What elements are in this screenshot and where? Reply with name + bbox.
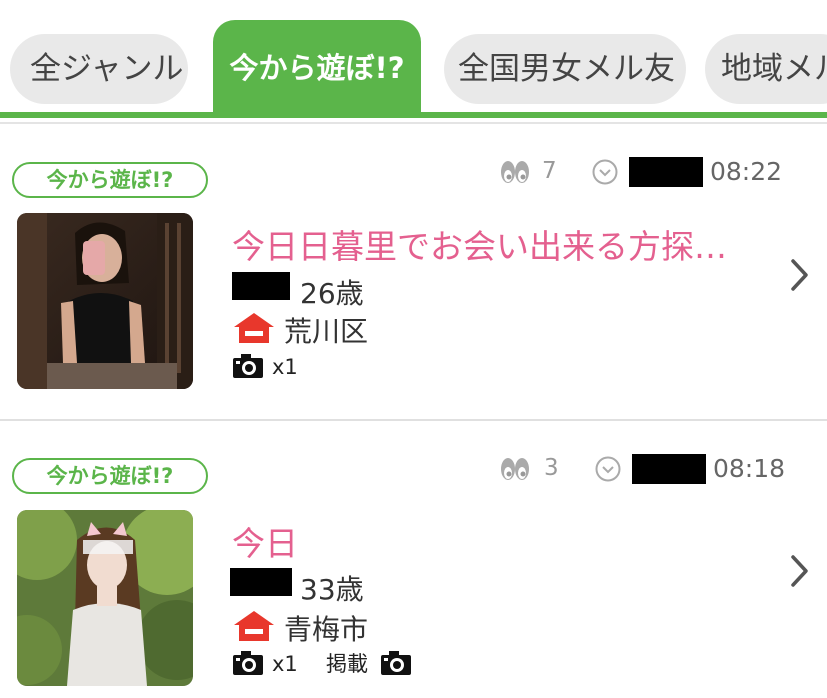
clock-icon — [595, 456, 621, 482]
user-age: 33歳 — [300, 573, 364, 606]
user-photo-thumbnail[interactable] — [17, 213, 193, 389]
redacted-date — [632, 454, 706, 484]
user-photo-thumbnail[interactable] — [17, 510, 193, 686]
redacted-username — [232, 272, 290, 300]
camera-icon — [381, 651, 411, 675]
post-title[interactable]: 今日 — [232, 517, 298, 565]
user-location: 青梅市 — [284, 613, 369, 646]
eyes-icon — [501, 458, 529, 480]
clock-icon — [592, 159, 618, 185]
genre-badge: 今から遊ぼ!? — [12, 162, 208, 198]
chevron-right-icon[interactable] — [788, 255, 812, 295]
photo-count: x1 — [272, 355, 298, 379]
user-age: 26歳 — [300, 277, 364, 310]
camera-icon — [233, 354, 263, 378]
tab-nationwide-penpals[interactable]: 全国男女メル友 — [444, 34, 686, 104]
photo-count: x1 — [272, 652, 298, 676]
list-item[interactable]: 今から遊ぼ!? 7 08:22 今日日暮里でお会い出来る方探… 26歳 荒川区 … — [0, 124, 827, 421]
tab-underline — [0, 112, 827, 118]
house-icon — [234, 313, 274, 343]
tab-all-genres[interactable]: 全ジャンル — [10, 34, 188, 104]
tab-play-now[interactable]: 今から遊ぼ!? — [213, 20, 421, 116]
eyes-icon — [501, 161, 529, 183]
post-title[interactable]: 今日日暮里でお会い出来る方探… — [232, 220, 727, 268]
photo-line: x1 掲載 — [232, 650, 432, 678]
chevron-right-icon[interactable] — [788, 551, 812, 591]
view-count: 3 — [544, 455, 559, 481]
post-time: 08:22 — [710, 157, 783, 186]
view-count: 7 — [542, 158, 557, 184]
genre-tab-bar: 全ジャンル 今から遊ぼ!? 全国男女メル友 地域メル友 — [0, 0, 827, 124]
user-location: 荒川区 — [284, 315, 369, 348]
redacted-username — [230, 568, 292, 596]
list-item[interactable]: 今から遊ぼ!? 3 08:18 今日 33歳 青梅市 x1 掲載 — [0, 421, 827, 698]
post-time: 08:18 — [713, 454, 786, 483]
redacted-date — [629, 157, 703, 187]
genre-badge: 今から遊ぼ!? — [12, 458, 208, 494]
tab-regional-penpals[interactable]: 地域メル友 — [705, 34, 827, 104]
camera-icon — [233, 651, 263, 675]
house-icon — [234, 611, 274, 641]
posted-label: 掲載 — [326, 652, 368, 676]
